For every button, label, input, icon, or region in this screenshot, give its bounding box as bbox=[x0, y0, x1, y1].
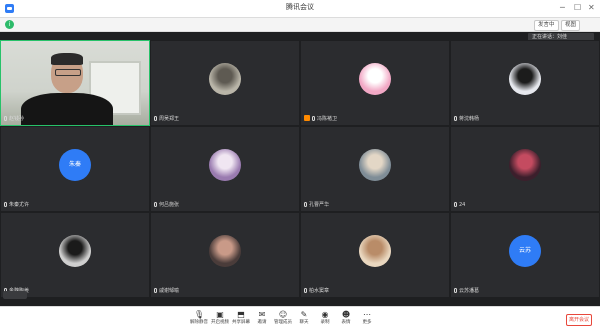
toolbar-more-button[interactable]: ⋯ 更多 bbox=[356, 310, 378, 326]
participant-name: 朱秦尤许 bbox=[9, 202, 30, 208]
mic-muted-icon bbox=[454, 116, 457, 121]
participant-tile[interactable]: 柏水窦章 bbox=[300, 212, 450, 298]
participant-name-row: 朱秦尤许 bbox=[4, 202, 29, 209]
participant-avatar bbox=[59, 235, 91, 267]
host-badge-icon bbox=[304, 115, 310, 121]
meeting-toolbar: 离开会议 🎙 解除静音 ▣ 开启视频 ⬒ 共享屏幕 ✉ 邀请 ☺ 管理成员 ✎ 聊天 ◉ 录制 ☻ 表情 ⋯ 更多 bbox=[0, 306, 600, 329]
toolbar-label: 更多 bbox=[362, 320, 372, 325]
toolbar-invite-button[interactable]: ✉ 邀请 bbox=[251, 310, 273, 326]
toolbar-label: 表情 bbox=[341, 320, 351, 325]
record-icon: ◉ bbox=[321, 310, 329, 319]
participant-tile[interactable]: 冯陈褚卫 bbox=[300, 40, 450, 126]
toolbar-label: 解除静音 bbox=[190, 320, 208, 325]
participant-name-row: 周吴郑王 bbox=[154, 116, 179, 123]
toolbar-camera-button[interactable]: ▣ 开启视频 bbox=[209, 310, 231, 326]
participant-tile[interactable]: 孔曹严华 bbox=[300, 126, 450, 212]
emoji-icon: ☻ bbox=[341, 310, 351, 319]
toolbar-label: 邀请 bbox=[257, 320, 267, 325]
mic-muted-icon bbox=[4, 116, 7, 121]
participant-name: 周吴郑王 bbox=[159, 116, 180, 122]
participant-name: 孔曹严华 bbox=[309, 202, 330, 208]
mic-muted-icon bbox=[154, 288, 157, 293]
more-icon: ⋯ bbox=[363, 310, 371, 319]
participant-name-row: 蒋沈韩杨 bbox=[454, 116, 479, 123]
participant-name-row: 赵钱孙 bbox=[4, 116, 24, 123]
window-title: 腾讯会议 bbox=[286, 3, 314, 11]
participant-tile[interactable]: 戚谢邹喻 bbox=[150, 212, 300, 298]
toolbar-label: 开启视频 bbox=[211, 320, 229, 325]
toolbar-emoji-button[interactable]: ☻ 表情 bbox=[335, 310, 357, 326]
mic-muted-icon bbox=[4, 202, 7, 207]
participant-name-row: 何吕施张 bbox=[154, 202, 179, 209]
participant-avatar bbox=[209, 235, 241, 267]
participant-tile[interactable]: 赵钱孙 bbox=[0, 40, 150, 126]
participant-tile[interactable]: 24 bbox=[450, 126, 600, 212]
participant-name-row: 冯陈褚卫 bbox=[304, 115, 337, 123]
participant-name-row: 24 bbox=[454, 202, 465, 209]
participant-avatar bbox=[209, 63, 241, 95]
toolbar-label: 聊天 bbox=[299, 320, 309, 325]
toolbar-members-button[interactable]: ☺ 管理成员 bbox=[272, 310, 294, 326]
toolbar-label: 管理成员 bbox=[274, 320, 292, 325]
members-icon: ☺ bbox=[278, 310, 288, 319]
mic-muted-icon bbox=[454, 288, 457, 293]
participant-avatar bbox=[509, 63, 541, 95]
mic-icon: 🎙 bbox=[194, 310, 205, 319]
participant-name-row: 云苏潘葛 bbox=[454, 288, 479, 295]
participant-tile[interactable]: 云苏云苏潘葛 bbox=[450, 212, 600, 298]
participant-name: 戚谢邹喻 bbox=[159, 288, 180, 294]
meeting-info-bar: i 发言中 视图 bbox=[0, 18, 600, 32]
title-bar: 腾讯会议 ─ ☐ ✕ bbox=[0, 0, 600, 18]
mic-muted-icon bbox=[304, 202, 307, 207]
maximize-icon[interactable]: ☐ bbox=[574, 3, 581, 13]
close-icon[interactable]: ✕ bbox=[588, 3, 595, 13]
toolbar-screen-share-button[interactable]: ⬒ 共享屏幕 bbox=[230, 310, 252, 326]
chat-icon: ✎ bbox=[300, 310, 308, 319]
minimize-icon[interactable]: ─ bbox=[560, 3, 565, 13]
mic-muted-icon bbox=[304, 288, 307, 293]
participant-avatar bbox=[359, 235, 391, 267]
participant-tile[interactable]: 周吴郑王 bbox=[150, 40, 300, 126]
participant-avatar bbox=[359, 63, 391, 95]
toolbar-record-button[interactable]: ◉ 录制 bbox=[314, 310, 336, 326]
participant-avatar: 云苏 bbox=[509, 235, 541, 267]
toolbar-chat-button[interactable]: ✎ 聊天 bbox=[293, 310, 315, 326]
mic-muted-icon bbox=[454, 202, 457, 207]
layout-button[interactable]: 视图 bbox=[561, 20, 581, 31]
participant-name-row: 戚谢邹喻 bbox=[154, 288, 179, 295]
self-view-toggle[interactable] bbox=[3, 291, 27, 299]
participant-name: 赵钱孙 bbox=[9, 116, 25, 122]
leave-meeting-button[interactable]: 离开会议 bbox=[566, 314, 592, 326]
participant-name: 何吕施张 bbox=[159, 202, 180, 208]
video-grid: 赵钱孙周吴郑王冯陈褚卫蒋沈韩杨朱秦朱秦尤许何吕施张孔曹严华24金魏陶姜戚谢邹喻柏… bbox=[0, 40, 600, 300]
mic-muted-icon bbox=[312, 116, 315, 121]
invite-icon: ✉ bbox=[258, 310, 266, 319]
speaking-button[interactable]: 发言中 bbox=[534, 20, 559, 31]
participant-name: 柏水窦章 bbox=[309, 288, 330, 294]
participant-tile[interactable]: 蒋沈韩杨 bbox=[450, 40, 600, 126]
participant-avatar: 朱秦 bbox=[59, 149, 91, 181]
mic-muted-icon bbox=[154, 116, 157, 121]
participant-avatar bbox=[509, 149, 541, 181]
participant-name-row: 孔曹严华 bbox=[304, 202, 329, 209]
participant-avatar bbox=[209, 149, 241, 181]
mic-muted-icon bbox=[154, 202, 157, 207]
camera-video bbox=[1, 41, 149, 125]
participant-name: 蒋沈韩杨 bbox=[459, 116, 480, 122]
screen-share-icon: ⬒ bbox=[237, 310, 245, 319]
participant-avatar bbox=[359, 149, 391, 181]
meeting-info-icon[interactable]: i bbox=[5, 20, 14, 29]
participant-tile[interactable]: 何吕施张 bbox=[150, 126, 300, 212]
participant-tile[interactable]: 金魏陶姜 bbox=[0, 212, 150, 298]
toolbar-mic-button[interactable]: 🎙 解除静音 bbox=[188, 310, 210, 326]
participant-name-row: 柏水窦章 bbox=[304, 288, 329, 295]
toolbar-label: 录制 bbox=[320, 320, 330, 325]
participant-tile[interactable]: 朱秦朱秦尤许 bbox=[0, 126, 150, 212]
participant-name: 24 bbox=[459, 202, 466, 208]
participant-name: 云苏潘葛 bbox=[459, 288, 480, 294]
camera-icon: ▣ bbox=[216, 310, 224, 319]
participant-name: 冯陈褚卫 bbox=[317, 116, 338, 122]
toolbar-label: 共享屏幕 bbox=[232, 320, 250, 325]
